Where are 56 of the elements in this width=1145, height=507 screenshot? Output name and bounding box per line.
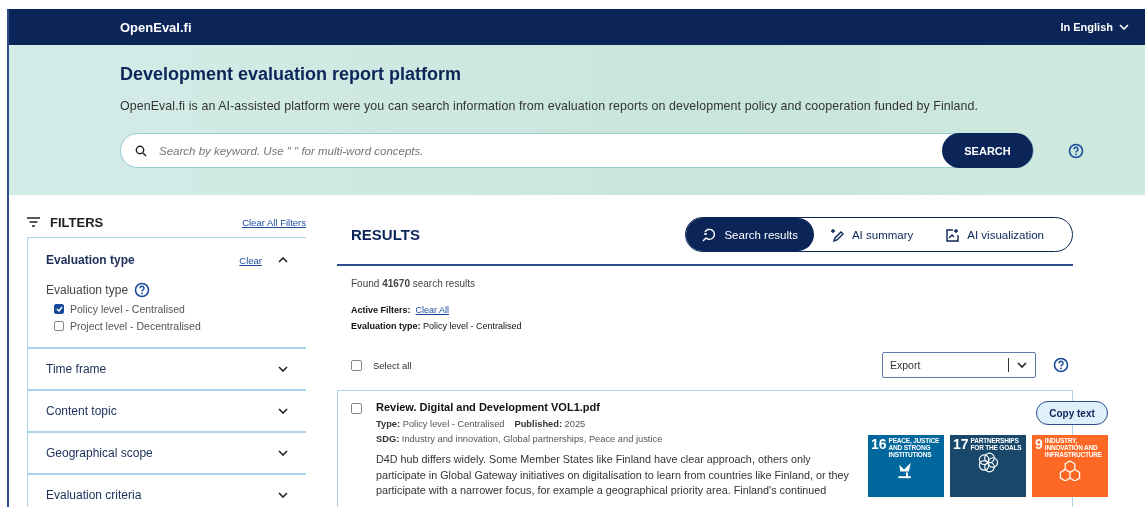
view-tab[interactable]: AI summary [813, 218, 930, 251]
filter-icon [27, 217, 40, 227]
active-filters-label: Active Filters: [351, 305, 411, 315]
chevron-icon[interactable] [278, 450, 288, 456]
clear-all-link[interactable]: Clear All [415, 305, 450, 315]
chevron-icon[interactable] [1017, 362, 1027, 368]
sdg-number: 16 [871, 437, 887, 454]
search-icon [135, 144, 147, 157]
page-description: OpenEval.fi is an AI-assisted platform were you can search information from evaluation reports on development policy and cooperation funded by Finland. [120, 99, 980, 113]
clear-all-filters-link[interactable]: Clear All Filters [242, 216, 306, 228]
page-title: Development evaluation report platform [120, 64, 463, 85]
cubes-icon [1059, 459, 1081, 481]
help-icon[interactable] [134, 282, 151, 298]
checkbox[interactable] [54, 304, 64, 314]
result-title[interactable]: Review. Digital and Development VOL1.pdf [376, 401, 854, 413]
checkbox-label: Policy level - Centralised [70, 303, 185, 315]
filter-section-header[interactable]: Evaluation criteria [46, 475, 288, 507]
help-icon[interactable] [1053, 357, 1069, 373]
sdg-number: 9 [1035, 437, 1043, 454]
search-chat-icon [702, 227, 717, 242]
chevron-icon[interactable] [278, 366, 288, 372]
sparkle-pen-icon [829, 227, 844, 242]
copy-text-button[interactable]: Copy text [1036, 401, 1108, 425]
filter-section-header[interactable]: Content topic [46, 391, 288, 431]
result-published: Published: 2025 [514, 419, 586, 429]
search-button[interactable]: SEARCH [942, 133, 1033, 168]
checkbox[interactable] [351, 359, 362, 371]
chart-sparkle-icon [945, 227, 960, 242]
filters-title: FILTERS [50, 214, 104, 230]
filter-group-label: Evaluation type [46, 283, 129, 297]
filter-section-header[interactable]: Time frame [46, 349, 288, 389]
results-title: RESULTS [351, 226, 420, 243]
view-tab[interactable]: Search results [686, 218, 814, 251]
result-type: Type: Policy level - Centralised [376, 419, 505, 429]
chevron-icon[interactable] [278, 257, 288, 263]
result-description: D4D hub differs widely. Some Member States like Finland have clear approach, others only participate in Global Gateway initiatives on digitalisation to learn from countries like Finland, or they participate with a narrower focus, for example a geographical priority area. Finland's continued [376, 452, 850, 498]
checkbox[interactable] [54, 321, 64, 331]
active-filter: Evaluation type: Policy level - Centralised [351, 321, 523, 331]
checkbox-label: Project level - Decentralised [70, 320, 201, 332]
results-count: Found 41670 search results [351, 278, 476, 289]
chevron-icon[interactable] [278, 492, 288, 498]
clear-link[interactable]: Clear [239, 254, 262, 266]
help-icon[interactable] [1068, 142, 1084, 159]
view-tab[interactable]: AI visualization [929, 218, 1060, 251]
search-field[interactable]: Search by keyword. Use " " for multi-word concepts. SEARCH [120, 133, 1034, 168]
result-sdg: SDG: Industry and innovation, Global partnerships, Peace and justice [376, 434, 664, 444]
chevron-icon[interactable] [278, 408, 288, 414]
select-all-label: Select all [373, 359, 412, 371]
sdg-number: 17 [953, 437, 969, 451]
rings-icon [977, 452, 999, 474]
site-logo[interactable]: OpenEval.fi [120, 19, 192, 35]
filter-section-header[interactable]: Evaluation type Clear [46, 238, 288, 282]
checkbox[interactable] [351, 403, 362, 414]
export-dropdown[interactable]: Export [882, 352, 1036, 378]
filter-section-header[interactable]: Geographical scope [46, 433, 288, 473]
language-menu[interactable]: In English [1054, 20, 1135, 34]
